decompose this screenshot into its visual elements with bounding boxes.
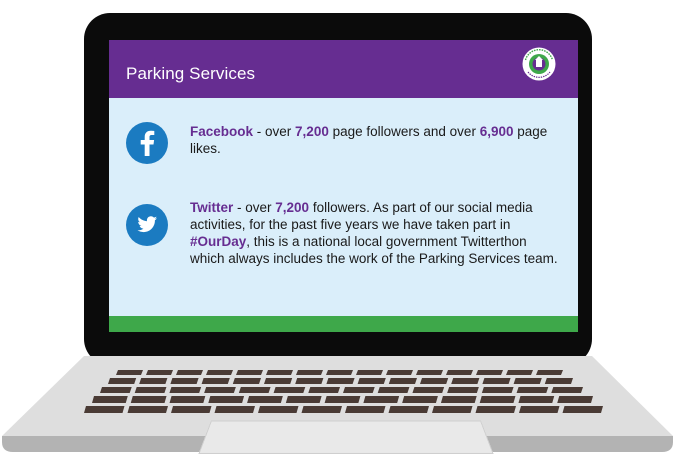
keyboard-key — [551, 387, 583, 393]
keyboard-key — [84, 406, 125, 413]
keyboard-key — [301, 406, 342, 413]
keyboard-key — [116, 370, 143, 375]
slide-header: Parking Services — [109, 40, 578, 98]
keyboard-key — [258, 406, 299, 413]
text-segment: - over — [253, 124, 296, 139]
keyboard-key — [146, 370, 173, 375]
keyboard-key — [273, 387, 306, 393]
keyboard-key — [481, 387, 514, 393]
keyboard-key — [326, 378, 355, 384]
keyboard-key — [206, 370, 233, 375]
keyboard-key — [343, 387, 375, 393]
keyboard-key — [176, 370, 203, 375]
followers-count: 7,200 — [275, 200, 310, 215]
trackpad — [198, 420, 494, 454]
keyboard-key — [345, 406, 386, 413]
keyboard-key — [388, 406, 429, 413]
keyboard-key — [308, 387, 340, 393]
keyboard-key — [295, 378, 324, 384]
keyboard-key — [519, 406, 560, 413]
keyboard-key — [247, 396, 283, 403]
keyboard-key — [402, 396, 438, 403]
keyboard-key — [208, 396, 245, 403]
likes-count: 6,900 — [479, 124, 514, 139]
keyboard-key — [377, 387, 410, 393]
followers-count: 7,200 — [295, 124, 329, 139]
keyboard-key — [451, 378, 480, 384]
keyboard-key — [363, 396, 400, 403]
keyboard-key — [416, 370, 443, 375]
hashtag: #OurDay — [190, 234, 247, 249]
keyboard-key — [127, 406, 168, 413]
keyboard-key — [130, 396, 167, 403]
keyboard-key — [171, 406, 212, 413]
keyboard-key — [170, 378, 199, 384]
twitter-text: Twitter - over 7,200 followers. As part … — [190, 199, 560, 267]
keyboard-key — [134, 387, 167, 393]
facebook-text: Facebook - over 7,200 page followers and… — [190, 123, 560, 157]
text-segment: - over — [233, 200, 276, 215]
keyboard-key — [214, 406, 255, 413]
keyboard-key — [479, 396, 516, 403]
keyboard-key — [232, 378, 261, 384]
keyboard-key — [506, 370, 533, 375]
keyboard-key — [139, 378, 168, 384]
keyboard-key — [440, 396, 477, 403]
text-segment: , this is a national local government Tw… — [190, 234, 558, 266]
keyboard-key — [482, 378, 511, 384]
keyboard-key — [357, 378, 386, 384]
keyboard-key — [266, 370, 293, 375]
keyboard-key — [238, 387, 271, 393]
text-segment: page followers and over — [328, 124, 480, 139]
keyboard-key — [264, 378, 293, 384]
keyboard-key — [169, 387, 202, 393]
keyboard-key — [420, 378, 449, 384]
page-title: Parking Services — [126, 64, 256, 83]
keyboard-key — [432, 406, 473, 413]
keyboard-key — [562, 406, 603, 413]
keyboard-key — [513, 378, 542, 384]
twitter-icon — [126, 204, 168, 246]
facebook-icon — [126, 122, 168, 164]
keyboard-key — [557, 396, 593, 403]
keyboard-key — [92, 396, 128, 403]
keyboard-key — [388, 378, 417, 384]
keyboard-key — [447, 387, 479, 393]
keyboard-key — [169, 396, 206, 403]
keyboard-key — [516, 387, 549, 393]
keyboard-key — [446, 370, 473, 375]
keyboard-key — [386, 370, 413, 375]
footer-bar — [109, 316, 578, 332]
keyboard-key — [475, 406, 516, 413]
keyboard-key — [285, 396, 322, 403]
keyboard-key — [204, 387, 236, 393]
keyboard-key — [296, 370, 323, 375]
keyboard-key — [236, 370, 263, 375]
laptop-screen: Parking Services Facebook - over 7,200 p… — [109, 40, 578, 332]
chichester-council-logo — [522, 47, 556, 81]
keyboard-key — [326, 370, 353, 375]
keyboard-key — [476, 370, 503, 375]
keyboard-key — [536, 370, 563, 375]
keyboard-key — [412, 387, 445, 393]
keyboard-key — [100, 387, 132, 393]
keyboard-key — [108, 378, 137, 384]
keyboard-key — [201, 378, 230, 384]
keyboard-key — [544, 378, 573, 384]
keyboard-key — [324, 396, 361, 403]
item-name: Facebook — [190, 124, 254, 139]
item-name: Twitter — [190, 200, 234, 215]
keyboard-key — [518, 396, 555, 403]
keyboard-key — [356, 370, 383, 375]
